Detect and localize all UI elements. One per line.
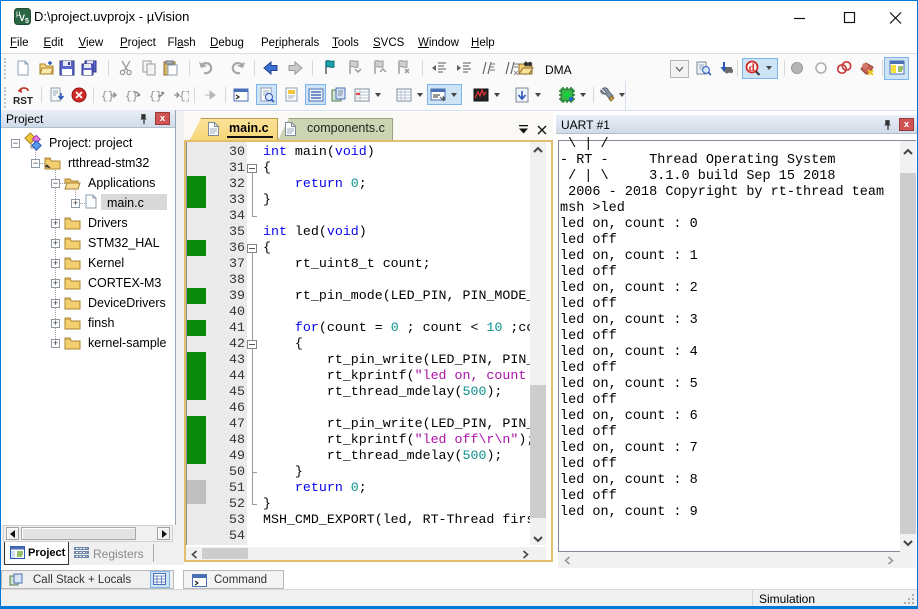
svg-text:RST: RST <box>13 96 33 107</box>
svg-text:{}: {} <box>101 91 114 103</box>
svg-text:{}: {} <box>149 91 162 103</box>
svg-text:d: d <box>749 62 755 74</box>
svg-text:{}: {} <box>179 91 189 103</box>
svg-text:5: 5 <box>25 18 29 25</box>
